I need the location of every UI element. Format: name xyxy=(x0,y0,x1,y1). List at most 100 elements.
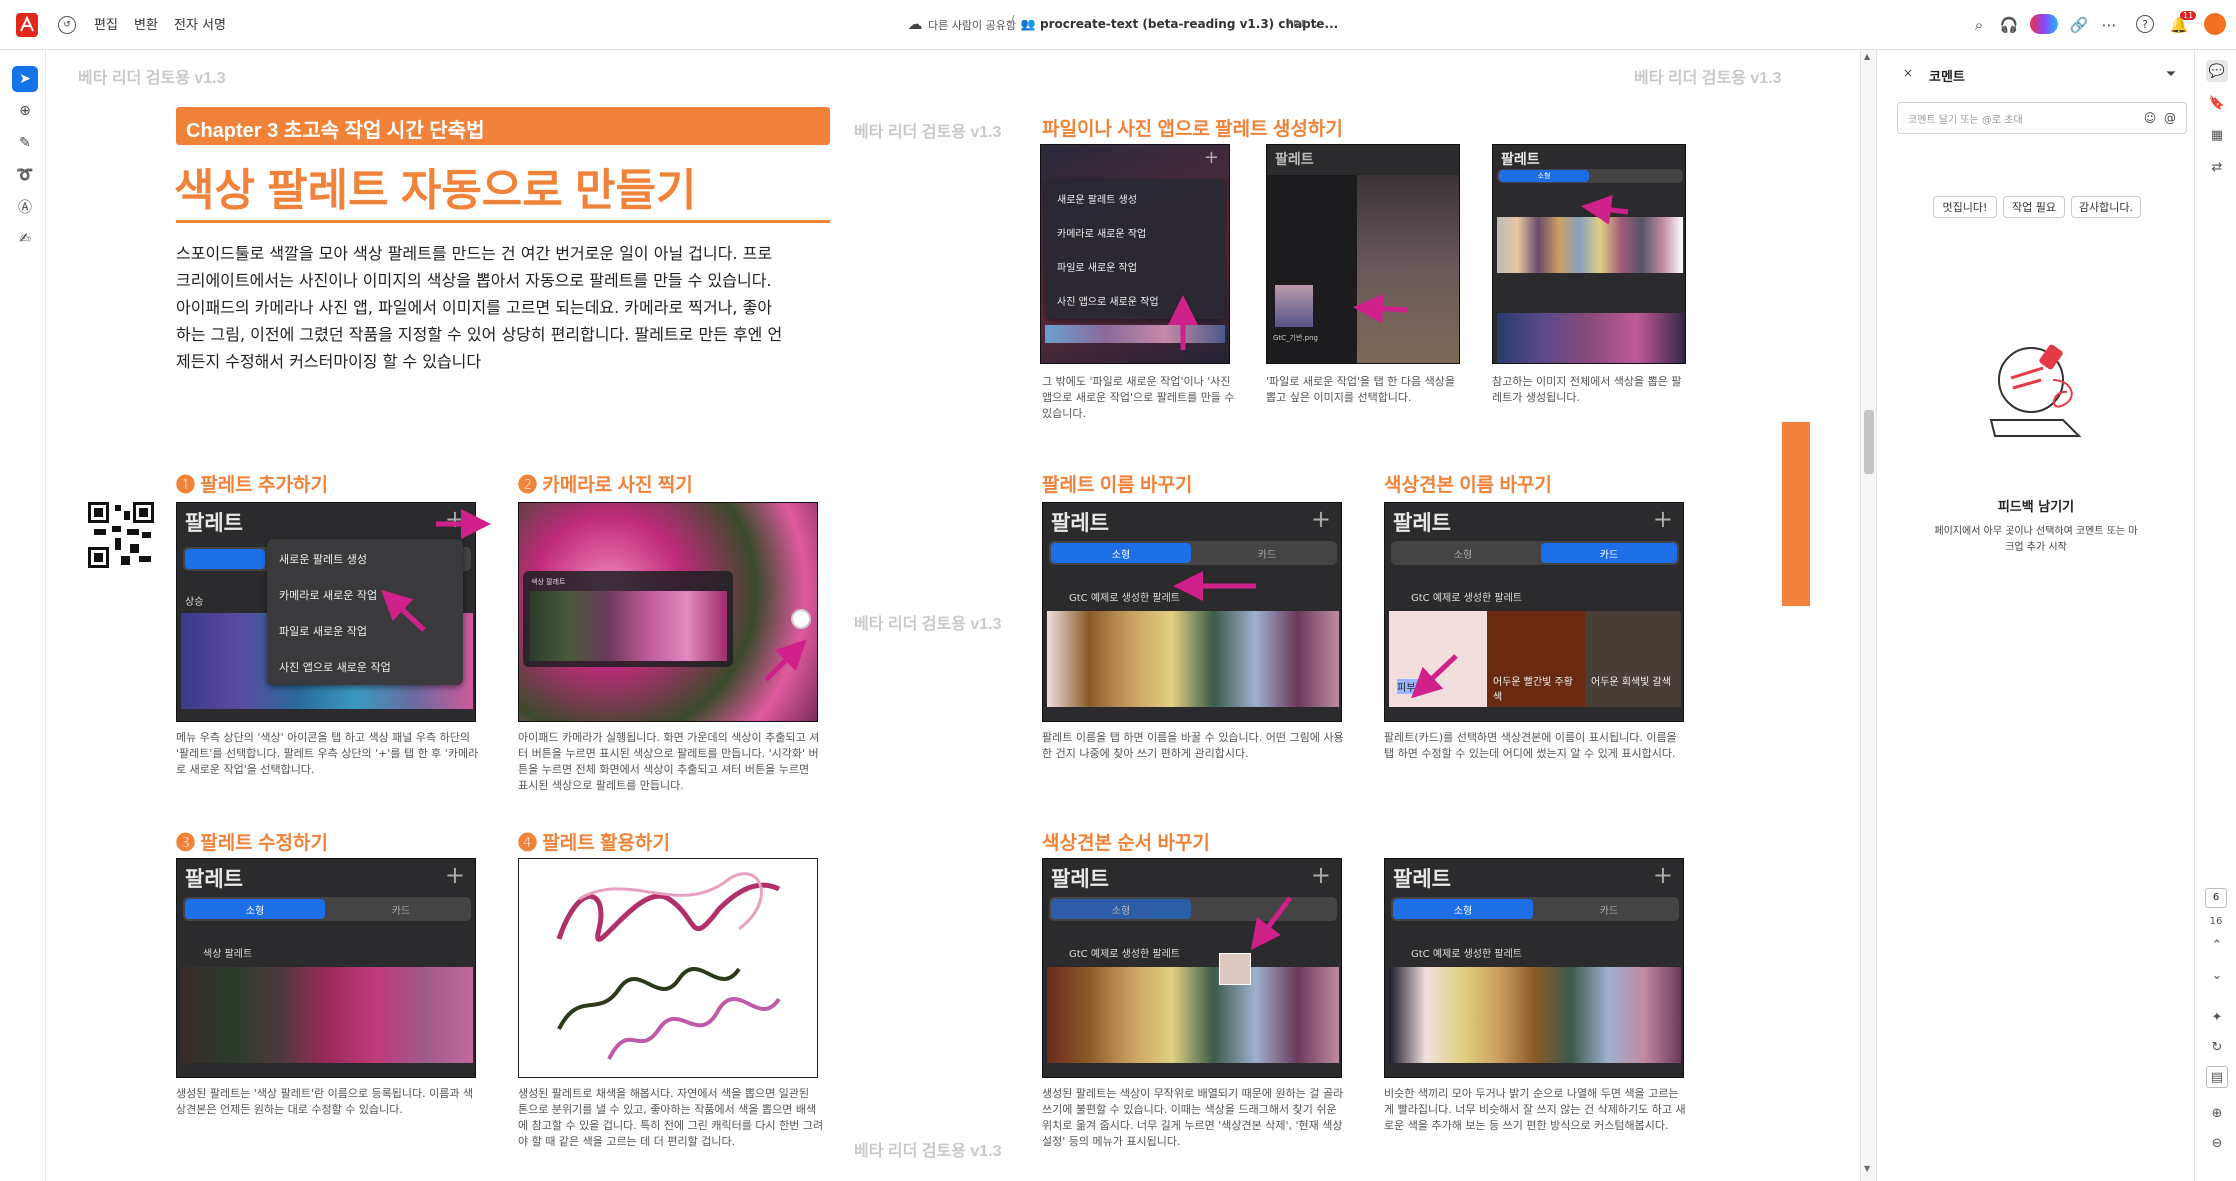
quick-reply-chip[interactable]: 멋집니다! xyxy=(1933,196,1997,218)
watermark: 베타 리더 검토용 v1.3 xyxy=(854,1143,1002,1160)
page-down-icon[interactable]: ⌄ xyxy=(2206,964,2228,986)
swatch-name: 어두운 빨간빛 주황색 xyxy=(1493,677,1573,703)
palette-name: GtC 예제로 생성한 팔레트 xyxy=(1069,949,1180,960)
vertical-scrollbar[interactable]: ▲ ▼ xyxy=(1860,50,1876,1181)
palette-name: 색상 팔레트 xyxy=(203,949,253,960)
qr-code xyxy=(88,502,154,568)
caption-line: 생성된 팔레트는 '색상 팔레트'란 이름으로 등록됩니다. 이름과 색 xyxy=(176,1087,474,1100)
section-title: ❷ 카메라로 사진 찍기 xyxy=(518,475,693,496)
file-name: GtC_기반.png xyxy=(1273,334,1318,342)
emoji-icon[interactable]: ☺ xyxy=(2142,110,2158,126)
scroll-mode-icon[interactable]: ▤ xyxy=(2206,1066,2228,1088)
menu-item: 카메라로 새로운 작업 xyxy=(1057,229,1147,240)
plus-icon: + xyxy=(1310,505,1331,533)
scroll-thumb[interactable] xyxy=(1864,410,1874,474)
camera-palette-label: 색상 팔레트 xyxy=(531,578,566,586)
scroll-down-arrow[interactable]: ▼ xyxy=(1864,1164,1870,1173)
ai-sparkle-icon[interactable]: ✦ xyxy=(2206,1006,2228,1028)
blurred-palette xyxy=(1357,175,1459,363)
more-icon[interactable]: ⋯ xyxy=(2098,14,2120,36)
ai-assistant-icon[interactable] xyxy=(2030,14,2058,34)
acrobat-logo[interactable] xyxy=(16,13,38,37)
quick-reply-chip[interactable]: 작업 필요 xyxy=(2003,196,2065,218)
chevron-down-icon[interactable]: ⌄ xyxy=(1310,16,1324,32)
swatch-card: 어두운 빨간빛 주황색 xyxy=(1487,611,1585,707)
menu-convert[interactable]: 변환 xyxy=(134,14,158,33)
chapter-banner: Chapter 3 초고속 작업 시간 단축법 xyxy=(176,107,830,145)
caption-line: 메뉴 우측 상단의 '색상' 아이콘을 탭 하고 색상 패널 우측 하단의 xyxy=(176,731,471,744)
select-tool-icon[interactable]: ➤ xyxy=(12,66,38,92)
history-icon[interactable]: ↺ xyxy=(58,16,76,34)
menu-edit[interactable]: 편집 xyxy=(94,14,118,33)
palette-title: 팔레트 xyxy=(185,511,243,535)
link-icon[interactable]: 🔗 xyxy=(2068,14,2090,36)
text-tool-icon[interactable]: Ⓐ xyxy=(12,194,38,220)
caption-line: 쓰기에 불편할 수 있습니다. 이때는 색상을 드래그해서 찾기 쉬운 xyxy=(1042,1103,1337,1116)
pen-tool-icon[interactable]: ✎ xyxy=(12,130,38,156)
section-title: ❶ 팔레트 추가하기 xyxy=(176,475,328,496)
caption: 팔레트 이름을 탭 하면 이름을 바꿀 수 있습니다. 어떤 그림에 사용 한 … xyxy=(1042,730,1352,762)
menu-item: 새로운 팔레트 생성 xyxy=(1057,195,1137,206)
user-avatar[interactable] xyxy=(2204,13,2226,35)
quick-reply-chip[interactable]: 감사합니다. xyxy=(2071,196,2141,218)
feedback-illustration xyxy=(1983,340,2093,450)
segment-control: 소형 카드 xyxy=(183,897,471,921)
zoom-in-icon[interactable]: ⊕ xyxy=(2206,1102,2228,1124)
palette-swatches xyxy=(1047,967,1339,1063)
caption-line: 로 새로운 작업'을 선택합니다. xyxy=(176,763,315,776)
caption-line: 있습니다. xyxy=(1042,407,1086,420)
close-icon[interactable]: × xyxy=(1901,66,1915,80)
generated-swatches xyxy=(1497,217,1683,273)
section-title: 색상견본 순서 바꾸기 xyxy=(1042,833,1210,854)
caption-line: 에 참고할 수 있을 겁니다. 특히 전에 그린 캐릭터를 다시 한번 그려 xyxy=(518,1119,824,1132)
caption-line: 위치로 옮겨 줍시다. 너무 길게 누르면 '색상견본 삭제', '현재 색상 xyxy=(1042,1119,1343,1132)
zoom-tool-icon[interactable]: ⊕ xyxy=(12,98,38,124)
menu-item: 사진 앱으로 새로운 작업 xyxy=(1057,297,1159,308)
bookmark-icon[interactable]: 🔖 xyxy=(2206,92,2228,114)
mention-icon[interactable]: @ xyxy=(2162,110,2178,126)
caption-line: 상견본은 언제든 원하는 대로 수정할 수 있습니다. xyxy=(176,1103,403,1116)
caption: 그 밖에도 '파일로 새로운 작업'이나 '사진 앱으로 새로운 작업'으로 팔… xyxy=(1042,374,1242,422)
zoom-out-icon[interactable]: ⊖ xyxy=(2206,1132,2228,1154)
caption-line: 탭 하면 수정할 수 있는데 어디에 썼는지 알 수 있게 표시합시다. xyxy=(1384,747,1676,760)
watermark: 베타 리더 검토용 v1.3 xyxy=(854,124,1002,141)
filter-icon[interactable]: ⏷ xyxy=(2163,66,2179,82)
caption-line: 로운 색을 추가해 보는 등 쓰기 편한 방식으로 커스텀해봅시다. xyxy=(1384,1119,1669,1132)
section-title: ❸ 팔레트 수정하기 xyxy=(176,833,328,854)
comment-input[interactable]: 코멘트 달기 또는 @로 초대 ☺ @ xyxy=(1897,102,2187,134)
organize-icon[interactable]: ⇄ xyxy=(2206,156,2228,178)
screenshot-reorder-swatches: 팔레트 + 소형 GtC 예제로 생성한 팔레트 xyxy=(1042,858,1342,1078)
lasso-tool-icon[interactable]: ➰ xyxy=(12,162,38,188)
screenshot-edit-palette: 팔레트 + 소형 카드 색상 팔레트 xyxy=(176,858,476,1078)
document-viewport[interactable]: 베타 리더 검토용 v1.3 베타 리더 검토용 v1.3 베타 리더 검토용 … xyxy=(46,50,1864,1181)
left-tool-rail: ➤ ⊕ ✎ ➰ Ⓐ ✍ xyxy=(0,50,46,1181)
thumbnails-icon[interactable]: ▦ xyxy=(2206,124,2228,146)
search-icon[interactable]: ⌕ xyxy=(1968,14,1990,36)
menu-item: 사진 앱으로 새로운 작업 xyxy=(279,661,391,674)
screenshot-file-menu: + 새로운 팔레트 생성 카메라로 새로운 작업 파일로 새로운 작업 사진 앱… xyxy=(1040,144,1230,364)
palette-title: 팔레트 xyxy=(1501,152,1540,168)
headphones-icon[interactable]: 🎧 xyxy=(1998,14,2020,36)
menu-esign[interactable]: 전자 서명 xyxy=(174,14,226,33)
menu-item: 카메라로 새로운 작업 xyxy=(279,589,378,602)
page-number-current[interactable]: 6 xyxy=(2205,888,2227,908)
swatch-strip xyxy=(1045,325,1225,343)
refresh-icon[interactable]: ↻ xyxy=(2206,1036,2228,1058)
page-up-icon[interactable]: ⌃ xyxy=(2206,934,2228,956)
palette-row-label: 상승 xyxy=(185,597,204,608)
palette-title: 팔레트 xyxy=(185,867,243,891)
caption-line: 참고하는 이미지 전체에서 색상을 뽑은 팔 xyxy=(1492,375,1682,388)
empty-state-desc: 크업 추가 시작 xyxy=(2005,542,2067,553)
caption-line: 생성된 팔레트는 색상이 무작위로 배열되기 때문에 원하는 걸 골라 xyxy=(1042,1087,1344,1100)
scroll-up-arrow[interactable]: ▲ xyxy=(1864,52,1870,61)
document-type: PDF xyxy=(1287,19,1307,30)
segment-card: 카드 xyxy=(1257,549,1277,561)
screenshot-file-picker: 팔레트 GtC_기반.png xyxy=(1266,144,1460,364)
intro-paragraph: 스포이드툴로 색깔을 모아 색상 팔레트를 만드는 건 여간 번거로운 일이 아… xyxy=(176,240,836,375)
comment-panel-icon[interactable]: 💬 xyxy=(2206,60,2228,82)
caption-line: 설정' 등의 메뉴가 표시됩니다. xyxy=(1042,1135,1181,1148)
comments-panel: × 코멘트 ⏷ 코멘트 달기 또는 @로 초대 ☺ @ 멋집니다! 작업 필요 … xyxy=(1876,50,2194,1181)
help-icon[interactable]: ? xyxy=(2136,15,2154,33)
sign-tool-icon[interactable]: ✍ xyxy=(12,226,38,252)
segment-control: 소형 카드 xyxy=(1049,541,1337,565)
